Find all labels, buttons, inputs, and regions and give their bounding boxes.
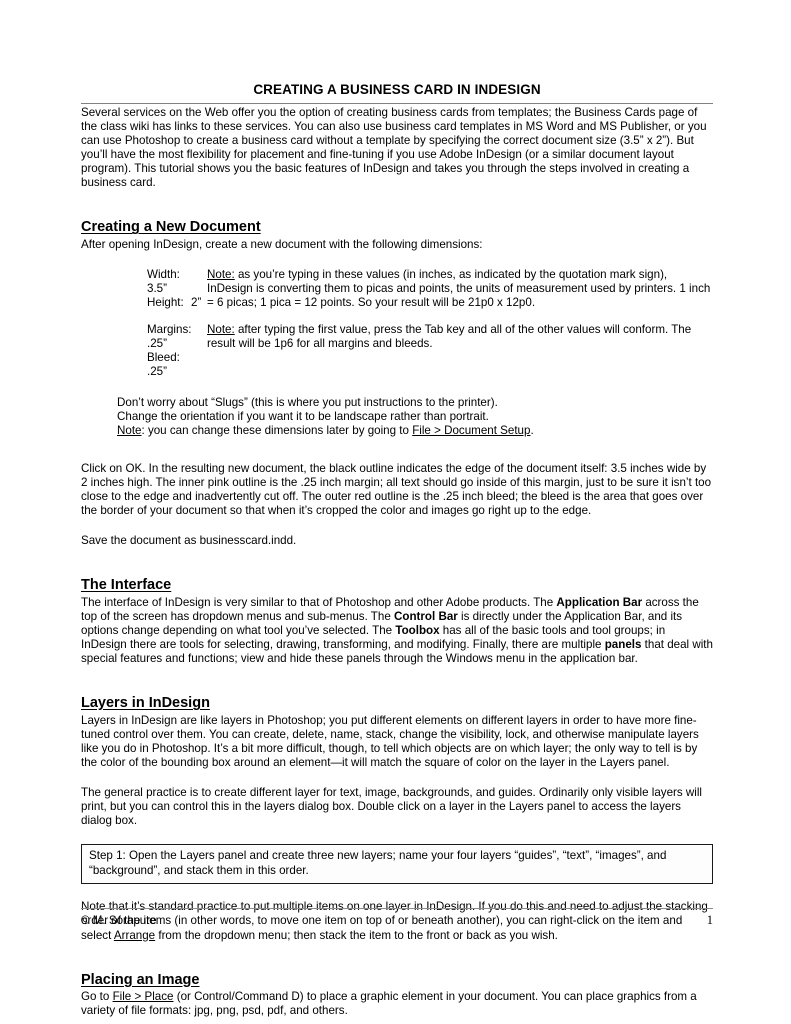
heading-the-interface: The Interface	[81, 577, 713, 594]
page-footer: © M. Sorapure 1	[81, 908, 713, 928]
tip-slugs: Don’t worry about “Slugs” (this is where…	[117, 395, 498, 409]
spec-label: Margins:	[147, 323, 192, 337]
tip-orientation: Change the orientation if you want it to…	[117, 409, 489, 423]
spec-item-width: Width:3.5”	[147, 268, 207, 296]
text-run: (or Control/Command D) to place a graphi…	[81, 990, 697, 1018]
spec-value: 3.5”	[147, 281, 167, 295]
term-control-bar: Control Bar	[394, 609, 458, 623]
footer-row: © M. Sorapure 1	[81, 913, 713, 928]
note-label: Note	[117, 423, 142, 437]
term-application-bar: Application Bar	[556, 595, 643, 609]
new-document-lead: After opening InDesign, create a new doc…	[81, 237, 483, 251]
heading-layers-in-indesign: Layers in InDesign	[81, 695, 713, 712]
term-toolbox: Toolbox	[395, 623, 440, 637]
page-title: CREATING A BUSINESS CARD IN INDESIGN	[253, 82, 541, 97]
tip-text-end: .	[530, 423, 534, 437]
spec-item-bleed: Bleed:.25”	[147, 351, 207, 379]
spec-item-margins: Margins:.25”	[147, 323, 207, 351]
note-text: as you’re typing in these values (in inc…	[207, 267, 711, 310]
text-run: Go to	[81, 990, 113, 1004]
spec-label: Bleed:	[147, 351, 180, 365]
spec-label: Width:	[147, 267, 180, 281]
spec-row: Margins:.25” Bleed:.25” Note: after typi…	[81, 323, 713, 379]
menu-path-file-document-setup[interactable]: File > Document Setup	[412, 424, 530, 437]
heading-placing-an-image: Placing an Image	[81, 972, 713, 989]
heading-text: The Interface	[81, 577, 172, 594]
text-run: The interface of InDesign is very simila…	[81, 595, 557, 609]
note-text: after typing the first value, press the …	[207, 323, 692, 351]
spec-note: Note: after typing the first value, pres…	[207, 323, 713, 351]
intro-paragraph: Several services on the Web offer you th…	[81, 105, 707, 190]
layers-paragraph-1: Layers in InDesign are like layers in Ph…	[81, 713, 699, 769]
tips-block: Don’t worry about “Slugs” (this is where…	[81, 396, 713, 438]
term-panels: panels	[604, 637, 642, 651]
menu-path-file-place[interactable]: File > Place	[113, 990, 174, 1003]
spec-labels: Margins:.25” Bleed:.25”	[81, 323, 207, 379]
layers-paragraph-2: The general practice is to create differ…	[81, 785, 702, 828]
step-1-callout-box: Step 1: Open the Layers panel and create…	[81, 844, 713, 885]
ok-paragraph: Click on OK. In the resulting new docume…	[81, 461, 712, 518]
spec-value: 2”	[191, 296, 202, 310]
menu-item-arrange[interactable]: Arrange	[114, 929, 155, 942]
spec-note: Note: as you’re typing in these values (…	[207, 268, 713, 310]
placing-image-paragraph: Go to File > Place (or Control/Command D…	[81, 990, 713, 1018]
note-label: Note:	[207, 267, 235, 281]
footer-page-number: 1	[706, 913, 713, 927]
footer-divider	[81, 908, 713, 909]
spec-table-dimensions: Width:3.5” Height: 2” Note: as you’re typ…	[81, 268, 713, 380]
page-content: CREATING A BUSINESS CARD IN INDESIGN Sev…	[81, 0, 713, 1018]
note-label: Note:	[207, 323, 235, 337]
interface-paragraph: The interface of InDesign is very simila…	[81, 596, 713, 666]
heading-creating-a-new-document: Creating a New Document	[81, 219, 713, 236]
document-page: CREATING A BUSINESS CARD IN INDESIGN Sev…	[0, 0, 791, 1024]
spec-row: Width:3.5” Height: 2” Note: as you’re typ…	[81, 268, 713, 310]
tip-text: : you can change these dimensions later …	[141, 423, 413, 437]
step-1-text: Step 1: Open the Layers panel and create…	[89, 849, 667, 877]
tip-document-setup: Note: you can change these dimensions la…	[117, 424, 713, 438]
spec-item-height: Height: 2”	[147, 296, 207, 310]
heading-text: Placing an Image	[81, 971, 200, 988]
title-divider	[81, 102, 713, 104]
footer-copyright: © M. Sorapure	[81, 914, 157, 927]
spec-label: Height:	[147, 296, 184, 310]
spec-labels: Width:3.5” Height: 2”	[81, 268, 207, 310]
save-paragraph: Save the document as businesscard.indd.	[81, 534, 297, 548]
text-run: from the dropdown menu; then stack the i…	[155, 928, 558, 942]
heading-text: Creating a New Document	[81, 219, 261, 236]
spec-value: .25”	[147, 337, 167, 351]
heading-text: Layers in InDesign	[81, 695, 210, 712]
spec-value: .25”	[147, 365, 167, 379]
